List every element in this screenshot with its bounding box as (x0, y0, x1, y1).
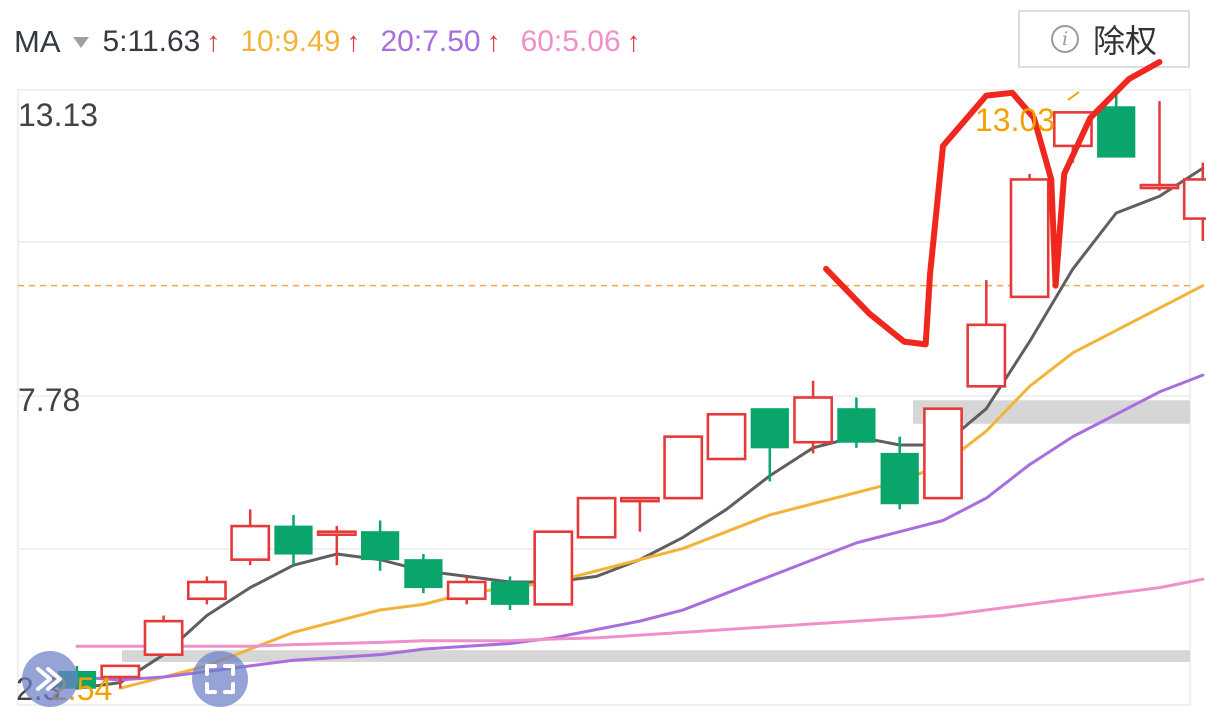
candle-body-up (793, 396, 834, 444)
candle-body-up (619, 496, 660, 503)
price-high-label: 13.13 (18, 97, 98, 133)
candle-body-up (923, 407, 963, 500)
candle-body-up (230, 524, 271, 561)
candle-body-up (186, 580, 227, 601)
price-band (122, 650, 1190, 662)
max-price-pointer (1067, 91, 1080, 101)
candle-body-down (1097, 106, 1136, 158)
candle-body-up (316, 530, 357, 536)
price-mid-label: 7.78 (18, 382, 80, 418)
fullscreen-button[interactable] (192, 651, 248, 707)
fullscreen-icon (205, 664, 235, 694)
candle-body-up (576, 496, 617, 539)
candle-body-down (274, 525, 313, 555)
candle-body-up (663, 435, 704, 500)
candle-body-down (404, 559, 443, 589)
fast-forward-icon (36, 667, 62, 691)
candle-body-up (143, 619, 184, 656)
ma10-line (118, 284, 1205, 690)
candle-body-up (533, 530, 574, 606)
candle-body-up (966, 323, 1007, 388)
candle-body-up (446, 580, 487, 601)
candle-body-down (490, 581, 530, 605)
candle-body-up (706, 412, 747, 461)
candle-body-down (360, 531, 400, 561)
candle-body-up (1139, 183, 1180, 190)
candle-body-up (1009, 178, 1050, 299)
candle-body-down (750, 408, 789, 449)
candle-body-down (837, 408, 876, 443)
candle-body-down (880, 452, 919, 505)
max-price-label: 13.03 (975, 102, 1055, 138)
candle-body-up (1182, 178, 1206, 220)
candlestick-chart[interactable]: 13.137.782.32.5413.03 (0, 0, 1206, 715)
fast-forward-button[interactable] (22, 651, 78, 707)
